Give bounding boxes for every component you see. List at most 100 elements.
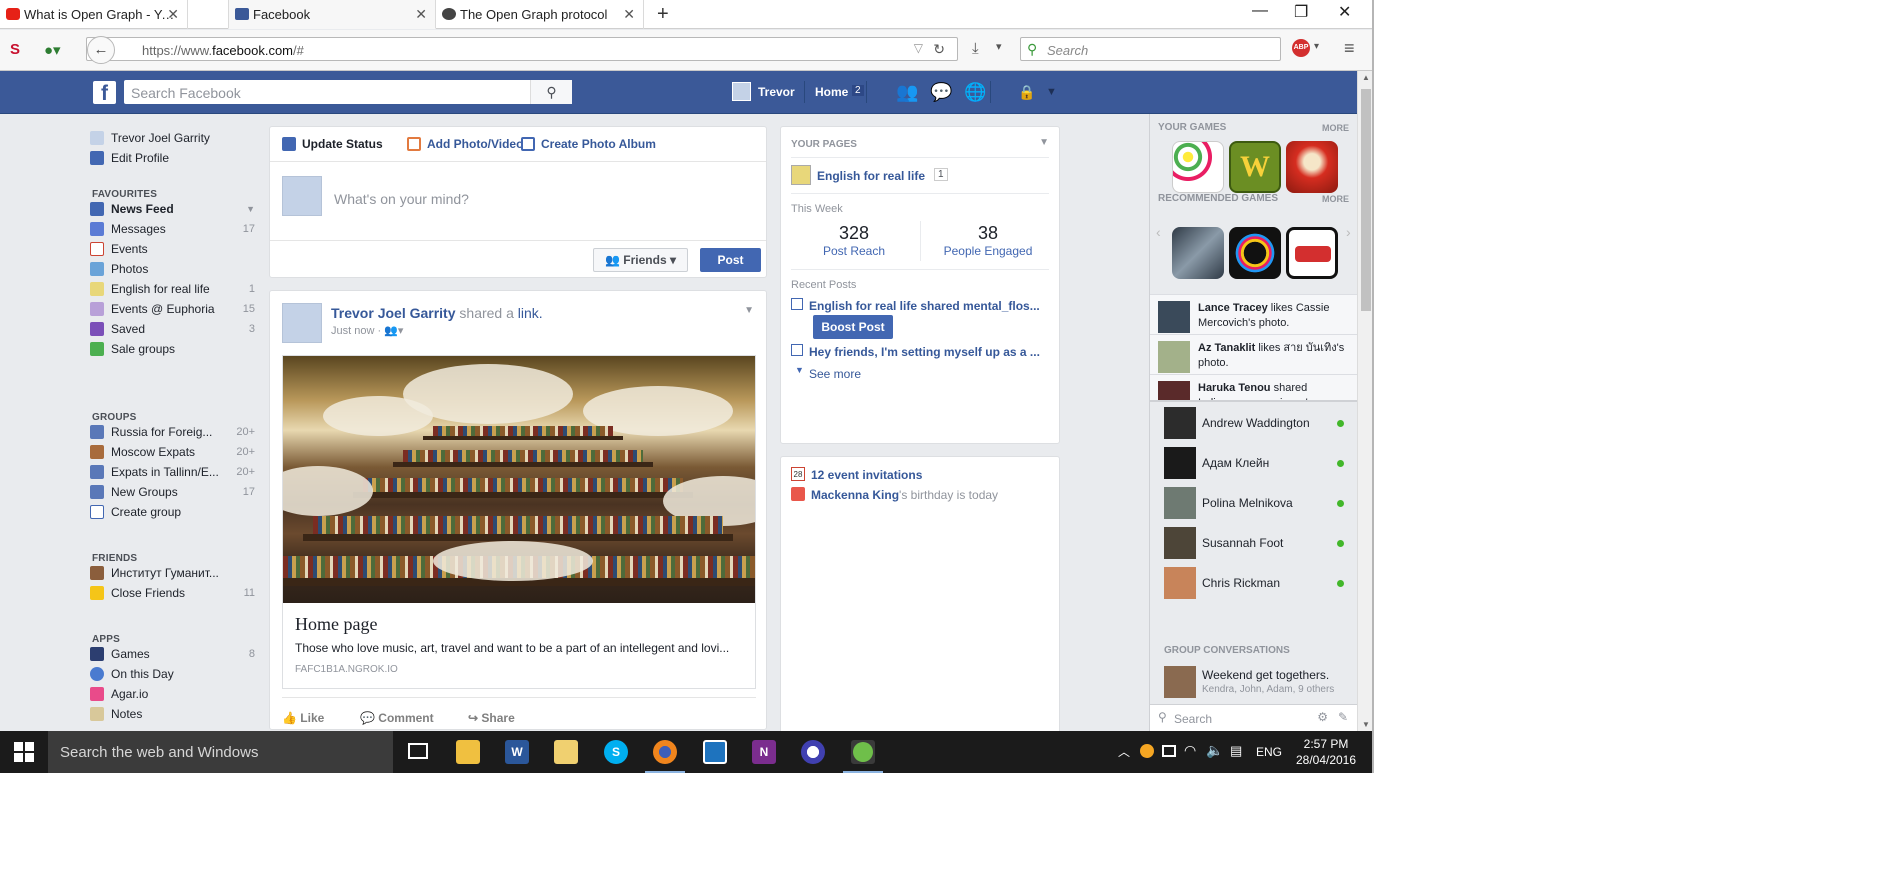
story-time[interactable]: Just now · — [331, 325, 381, 337]
scroll-down-icon[interactable]: ▼ — [1362, 720, 1370, 729]
back-button[interactable]: ← — [87, 36, 115, 64]
chevron-up-icon[interactable]: ︿ — [1118, 743, 1130, 760]
word-icon[interactable]: W — [505, 740, 529, 764]
app-icon[interactable] — [703, 740, 727, 764]
link-preview[interactable]: Home page Those who love music, art, tra… — [282, 355, 756, 689]
chevron-right-icon[interactable]: › — [1346, 224, 1351, 240]
new-tab-button[interactable]: + — [657, 3, 669, 26]
compose-icon[interactable]: ✎ — [1338, 710, 1348, 724]
sidebar-item-on-this-day[interactable]: On this Day — [90, 664, 255, 684]
sidebar-item-agar-io[interactable]: Agar.io — [90, 684, 255, 704]
sidebar-item-new-groups[interactable]: New Groups 17 — [90, 482, 255, 502]
link-image[interactable] — [283, 356, 755, 603]
sidebar-item-english-for-real-life[interactable]: English for real life 1 — [90, 279, 255, 299]
file-explorer-icon[interactable] — [456, 740, 480, 764]
tab-open-graph[interactable]: The Open Graph protocol ✕ — [436, 0, 644, 29]
taskbar-search-input[interactable]: Search the web and Windows — [48, 731, 393, 773]
color-switch-game-icon[interactable] — [1229, 227, 1281, 279]
wifi-icon[interactable]: ◠ — [1184, 742, 1196, 759]
sidebar-item-games[interactable]: Games 8 — [90, 644, 255, 664]
url-bar[interactable]: https://www.facebook.com/# ↻ ▽ — [86, 37, 958, 61]
addon-icon[interactable]: S — [10, 41, 20, 58]
tab-update-status[interactable]: Update Status — [282, 137, 383, 151]
popcorn-game-icon[interactable] — [1286, 141, 1338, 193]
post-reach-value[interactable]: 328 — [789, 223, 919, 244]
chevron-down-icon[interactable]: ▼ — [246, 204, 255, 214]
input-language[interactable]: ENG — [1256, 745, 1282, 759]
page-avatar[interactable] — [791, 165, 811, 185]
avatar[interactable] — [732, 82, 751, 101]
page-link[interactable]: English for real life — [817, 169, 925, 183]
gear-icon[interactable]: ⚙ — [1317, 710, 1328, 724]
menu-icon[interactable]: ≡ — [1344, 38, 1355, 59]
more-link[interactable]: MORE — [1322, 194, 1349, 204]
people-engaged-label[interactable]: People Engaged — [923, 244, 1053, 258]
page-scrollbar[interactable]: ▲ ▼ — [1357, 71, 1372, 731]
chat-search-input[interactable]: ⚲ Search ⚙ ✎ — [1150, 704, 1358, 731]
sidebar-item-friend-list[interactable]: Институт Гуманит... — [90, 563, 255, 583]
tab-facebook[interactable]: Facebook ✕ — [228, 0, 436, 29]
battery-icon[interactable] — [1162, 745, 1176, 757]
birthday-name-link[interactable]: Mackenna King — [811, 488, 899, 502]
dropdown-icon[interactable]: ▽ — [914, 41, 923, 55]
onenote-icon[interactable]: N — [752, 740, 776, 764]
audience-selector[interactable]: 👥 Friends ▾ — [593, 248, 688, 272]
sidebar-item-group[interactable]: Moscow Expats 20+ — [90, 442, 255, 462]
ticker-item[interactable]: Haruka Tenou shared Indigenous americans… — [1150, 374, 1358, 400]
link-title[interactable]: Home page — [295, 614, 377, 635]
chat-contact[interactable]: Susannah Foot — [1150, 523, 1358, 563]
action-center-icon[interactable]: ▤ — [1230, 743, 1242, 759]
chevron-left-icon[interactable]: ‹ — [1156, 224, 1161, 240]
home-link[interactable]: Home — [815, 85, 848, 99]
robot-game-icon[interactable] — [1172, 227, 1224, 279]
notifications-globe-icon[interactable]: 🌐 — [964, 82, 986, 103]
restore-button[interactable]: ❐ — [1294, 2, 1308, 22]
people-engaged-value[interactable]: 38 — [923, 223, 1053, 244]
comment-button[interactable]: 💬 Comment — [360, 711, 434, 725]
post-reach-label[interactable]: Post Reach — [789, 244, 919, 258]
adblock-icon[interactable]: ABP — [1292, 39, 1310, 57]
recent-post-link[interactable]: English for real life shared mental_flos… — [809, 299, 1053, 313]
recent-post-link[interactable]: Hey friends, I'm setting myself up as a … — [809, 345, 1053, 359]
edit-profile-link[interactable]: Edit Profile — [90, 148, 255, 168]
addon-green-icon[interactable]: ●▾ — [44, 41, 61, 59]
sidebar-item-events[interactable]: Events — [90, 239, 255, 259]
sidebar-item-create-group[interactable]: Create group — [90, 502, 255, 522]
share-button[interactable]: ↪ Share — [468, 711, 515, 725]
sidebar-item-sale-groups[interactable]: Sale groups — [90, 339, 255, 359]
download-icon[interactable]: ⤓ — [972, 40, 979, 57]
profile-link[interactable]: Trevor — [758, 85, 795, 99]
profile-link[interactable]: Trevor Joel Garrity — [90, 128, 255, 148]
tab-add-photo-video[interactable]: Add Photo/Video — [407, 137, 523, 151]
skype-icon[interactable]: S — [604, 740, 628, 764]
ticker-item[interactable]: Lance Tracey likes Cassie Mercovich's ph… — [1150, 294, 1358, 334]
friend-requests-icon[interactable]: 👥 — [896, 82, 918, 103]
group-conversation[interactable]: Weekend get togethers. Kendra, John, Ada… — [1150, 666, 1358, 706]
windows-start-icon[interactable] — [14, 742, 34, 762]
story-object-link[interactable]: link. — [518, 305, 543, 321]
ticker-item[interactable]: Az Tanaklit likes สาย บันเทิง's photo. — [1150, 334, 1358, 374]
avatar[interactable] — [282, 303, 322, 343]
story-author-link[interactable]: Trevor Joel Garrity — [331, 305, 456, 321]
chevron-down-icon[interactable]: ▼ — [1039, 137, 1049, 148]
sidebar-item-group[interactable]: Expats in Tallinn/E... 20+ — [90, 462, 255, 482]
event-invitations-link[interactable]: 12 event invitations — [811, 468, 922, 482]
scrollbar-thumb[interactable] — [1361, 89, 1371, 311]
task-view-icon[interactable] — [408, 743, 428, 759]
tab-create-photo-album[interactable]: Create Photo Album — [521, 137, 656, 151]
browser-search-input[interactable]: ⚲ Search — [1020, 37, 1281, 61]
sidebar-item-news-feed[interactable]: News Feed ▼ — [90, 199, 255, 219]
like-button[interactable]: 👍 Like — [282, 711, 324, 725]
sidebar-item-group[interactable]: Russia for Foreig... 20+ — [90, 422, 255, 442]
privacy-lock-icon[interactable]: 🔒 — [1018, 84, 1035, 101]
audience-icon[interactable]: 👥▾ — [384, 325, 403, 337]
chat-contact[interactable]: Адам Клейн — [1150, 443, 1358, 483]
window-close-button[interactable]: ✕ — [1338, 2, 1351, 22]
more-link[interactable]: MORE — [1322, 123, 1349, 133]
sidebar-item-photos[interactable]: Photos — [90, 259, 255, 279]
chat-contact[interactable]: Chris Rickman — [1150, 563, 1358, 603]
sidebar-item-events-euphoria[interactable]: Events @ Euphoria 15 — [90, 299, 255, 319]
close-icon[interactable]: ✕ — [167, 6, 179, 23]
chevron-down-icon[interactable]: ▼ — [744, 305, 754, 316]
sidebar-item-close-friends[interactable]: Close Friends 11 — [90, 583, 255, 603]
